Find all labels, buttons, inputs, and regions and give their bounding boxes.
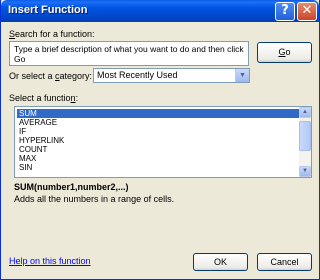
question-icon: ? (281, 3, 289, 18)
scroll-down-arrow-icon[interactable]: ▼ (299, 166, 311, 177)
function-description: Adds all the numbers in a range of cells… (14, 194, 175, 204)
search-label-text: earch for a function: (15, 29, 95, 39)
function-list-item[interactable]: MAX (17, 154, 299, 163)
function-list-item[interactable]: HYPERLINK (17, 136, 299, 145)
search-input[interactable]: Type a brief description of what you wan… (9, 41, 249, 66)
function-list-item[interactable]: COUNT (17, 145, 299, 154)
function-list-item[interactable]: SIN (17, 163, 299, 172)
function-label-pre: Select a functio (9, 93, 71, 103)
go-button[interactable]: Go (257, 42, 312, 63)
function-list-item[interactable]: AVERAGE (17, 118, 299, 127)
title-bar[interactable]: Insert Function ? ✕ (1, 0, 319, 22)
scroll-up-arrow-icon[interactable]: ▲ (299, 107, 311, 118)
category-select[interactable]: Most Recently Used ▼ (93, 68, 250, 83)
close-button[interactable]: ✕ (297, 2, 317, 21)
cancel-button[interactable]: Cancel (257, 253, 312, 271)
category-label: Or select a category: (9, 71, 92, 81)
function-list-scrollbar[interactable]: ▲ ▼ (299, 107, 311, 177)
ok-button[interactable]: OK (193, 253, 248, 271)
function-list-item[interactable]: SUM (17, 109, 299, 118)
function-signature: SUM(number1,number2,...) (14, 182, 129, 192)
insert-function-dialog: Insert Function ? ✕ Search for a functio… (0, 0, 320, 280)
function-list-label: Select a function: (9, 93, 78, 103)
function-listbox[interactable]: SUM AVERAGE IF HYPERLINK COUNT MAX SIN ▲… (14, 106, 312, 178)
function-label-text: : (75, 93, 79, 103)
category-selected-value: Most Recently Used (97, 70, 178, 80)
go-accesskey: G (278, 47, 286, 57)
category-label-text: ategory: (59, 71, 93, 81)
dialog-title: Insert Function (8, 4, 88, 16)
close-icon: ✕ (301, 3, 313, 18)
help-button[interactable]: ? (275, 2, 295, 21)
chevron-down-icon[interactable]: ▼ (235, 69, 249, 82)
function-list-item[interactable]: IF (17, 127, 299, 136)
go-label-text: o (285, 47, 291, 57)
category-label-pre: Or select a (9, 71, 56, 81)
search-label: Search for a function: (9, 29, 95, 39)
help-on-function-link[interactable]: Help on this function (9, 256, 91, 266)
scroll-thumb[interactable] (299, 121, 311, 151)
